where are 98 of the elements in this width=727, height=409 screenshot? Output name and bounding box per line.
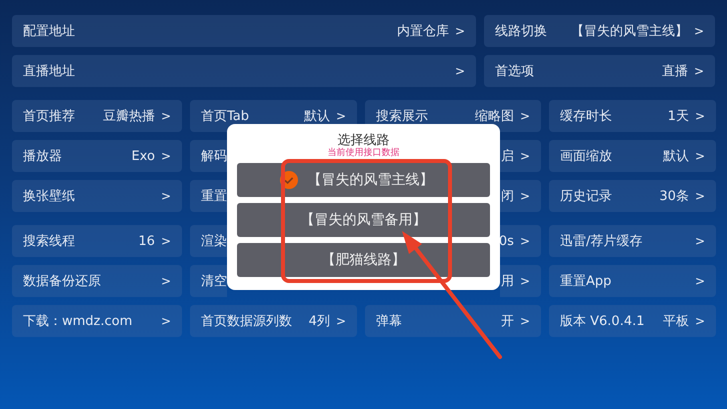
setting-value: 1天 xyxy=(668,108,689,125)
setting-label: 搜索线程 xyxy=(23,233,75,250)
chevron-icon: > xyxy=(336,109,346,123)
setting-value: 内置仓库 xyxy=(396,23,449,40)
setting-label: 解码 xyxy=(201,148,227,165)
setting-item[interactable]: 播放器 Exo > xyxy=(12,140,182,172)
setting-item[interactable]: 重置App > xyxy=(549,265,716,297)
setting-label: 历史记录 xyxy=(560,188,612,205)
setting-label: 清空 xyxy=(201,273,227,290)
setting-value: 默认 xyxy=(662,148,689,165)
setting-item[interactable]: 解码 xyxy=(190,140,227,172)
chevron-icon: > xyxy=(520,189,530,203)
setting-value: 缩略图 xyxy=(474,108,514,125)
setting-value: 用 xyxy=(500,273,514,290)
setting-value: 直播 xyxy=(662,63,688,80)
setting-item[interactable]: 历史记录 30条 > xyxy=(549,180,716,212)
setting-item[interactable]: 闭 > xyxy=(500,180,541,212)
setting-label: 播放器 xyxy=(23,148,62,165)
chevron-icon: > xyxy=(694,24,704,38)
setting-value: 开 xyxy=(500,313,514,330)
dialog-subtitle: 当前使用接口数据 xyxy=(326,148,400,159)
setting-item[interactable]: 首选项 直播 > xyxy=(484,55,715,87)
setting-label: 画面缩放 xyxy=(560,148,612,165)
setting-item[interactable]: 迅雷/荐片缓存 > xyxy=(549,225,716,257)
setting-label: 换张壁纸 xyxy=(23,188,75,205)
setting-label: 缓存时长 xyxy=(560,108,612,125)
dialog-title: 选择线路 xyxy=(338,133,390,148)
setting-label: 首页Tab xyxy=(201,108,250,125)
chevron-icon: > xyxy=(160,314,171,328)
setting-item[interactable]: 直播地址 > xyxy=(12,55,476,87)
chevron-icon: > xyxy=(454,24,465,38)
setting-label: 弹幕 xyxy=(376,313,402,330)
chevron-icon: > xyxy=(336,314,346,328)
setting-value: 平板 xyxy=(662,313,689,330)
setting-item[interactable]: 重置 xyxy=(190,180,227,212)
check-icon xyxy=(280,171,298,189)
chevron-icon: > xyxy=(160,149,171,163)
chevron-icon: > xyxy=(520,149,530,163)
setting-label: 迅雷/荐片缓存 xyxy=(560,233,642,250)
setting-item[interactable]: 首页推荐 豆瓣热播 > xyxy=(12,100,182,132)
setting-item[interactable]: 渲染 xyxy=(190,225,227,257)
chevron-icon: > xyxy=(520,274,530,288)
setting-label: 首选项 xyxy=(495,63,534,80)
setting-item[interactable]: 弹幕 开 > xyxy=(365,305,541,337)
chevron-icon: > xyxy=(694,109,705,123)
setting-value: 16 xyxy=(138,234,155,248)
setting-label: 直播地址 xyxy=(23,63,75,80)
chevron-icon: > xyxy=(454,64,465,78)
chevron-icon: > xyxy=(160,234,171,248)
setting-item[interactable]: 配置地址 内置仓库 > xyxy=(12,15,476,47)
chevron-icon: > xyxy=(160,189,171,203)
setting-item[interactable]: 换张壁纸 > xyxy=(12,180,182,212)
setting-label: 渲染 xyxy=(201,233,227,250)
setting-value: 启 xyxy=(500,148,514,165)
chevron-icon: > xyxy=(520,109,530,123)
setting-item[interactable]: 画面缩放 默认 > xyxy=(549,140,716,172)
chevron-icon: > xyxy=(694,274,705,288)
setting-label: 线路切换 xyxy=(495,23,547,40)
setting-item[interactable]: 数据备份还原 > xyxy=(12,265,182,297)
setting-label: 重置App xyxy=(560,273,612,290)
setting-value: 0s xyxy=(498,234,514,248)
setting-value: Exo xyxy=(131,148,155,164)
setting-value: 30条 xyxy=(659,188,689,205)
setting-item[interactable]: 清空 xyxy=(190,265,227,297)
setting-label: 数据备份还原 xyxy=(23,273,101,290)
setting-value: 4列 xyxy=(308,313,330,330)
route-option[interactable]: 【肥猫线路】 xyxy=(237,243,490,277)
chevron-icon: > xyxy=(694,234,705,248)
route-option[interactable]: 【冒失的风雪备用】 xyxy=(237,203,490,237)
chevron-icon: > xyxy=(694,149,705,163)
setting-item[interactable]: 用 > xyxy=(500,265,541,297)
chevron-icon: > xyxy=(694,189,705,203)
setting-item[interactable]: 搜索线程 16 > xyxy=(12,225,182,257)
setting-item[interactable]: 0s > xyxy=(500,225,541,257)
chevron-icon: > xyxy=(694,314,705,328)
setting-item[interactable]: 首页数据源列数 4列 > xyxy=(190,305,357,337)
chevron-icon: > xyxy=(160,109,171,123)
setting-value: 闭 xyxy=(500,188,514,205)
chevron-icon: > xyxy=(694,64,704,78)
setting-item[interactable]: 版本 V6.0.4.1 平板 > xyxy=(549,305,716,337)
setting-item[interactable]: 线路切换 【冒失的风雪主线】 > xyxy=(484,15,715,47)
setting-value: 【冒失的风雪主线】 xyxy=(570,23,688,40)
setting-label: 配置地址 xyxy=(23,23,75,40)
setting-item[interactable]: 下载：wmdz.com > xyxy=(12,305,182,337)
setting-item[interactable]: 缓存时长 1天 > xyxy=(549,100,716,132)
route-option[interactable]: 【冒失的风雪主线】 xyxy=(237,163,490,197)
chevron-icon: > xyxy=(520,314,530,328)
setting-label: 搜索展示 xyxy=(376,108,428,125)
setting-label: 首页推荐 xyxy=(23,108,75,125)
setting-value: 默认 xyxy=(304,108,330,125)
setting-label: 首页数据源列数 xyxy=(201,313,292,330)
chevron-icon: > xyxy=(160,274,171,288)
setting-item[interactable]: 启 > xyxy=(500,140,541,172)
setting-label: 重置 xyxy=(201,188,227,205)
setting-label: 版本 V6.0.4.1 xyxy=(560,313,645,330)
chevron-icon: > xyxy=(520,234,530,248)
setting-label: 下载：wmdz.com xyxy=(23,313,132,330)
setting-value: 豆瓣热播 xyxy=(102,108,155,125)
